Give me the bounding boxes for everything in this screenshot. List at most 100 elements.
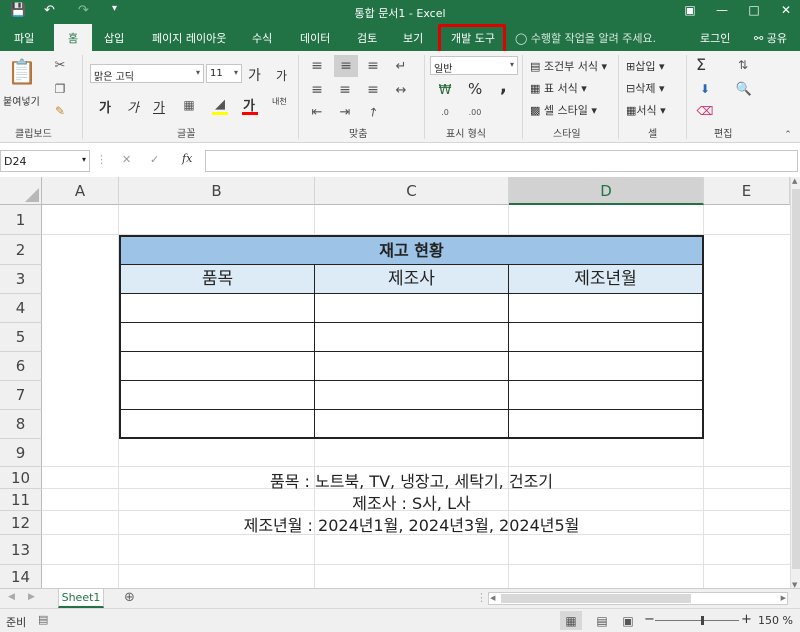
name-box[interactable]: D24 ▾ <box>0 150 90 172</box>
autosum-button[interactable]: Σ <box>696 55 706 74</box>
table-row[interactable] <box>121 381 702 410</box>
note-makers[interactable]: 제조사 : S사, L사 <box>119 490 704 514</box>
row-header-14[interactable]: 14 <box>0 565 42 589</box>
increase-decimal-icon[interactable]: .0 <box>436 103 454 121</box>
paste-button[interactable]: 붙여넣기 <box>3 93 40 108</box>
row-header-5[interactable]: 5 <box>0 323 42 352</box>
insert-function-icon[interactable]: fx <box>182 152 192 165</box>
enter-icon[interactable]: ✓ <box>150 153 159 166</box>
note-dates[interactable]: 제조년월 : 2024년1월, 2024년3월, 2024년5월 <box>119 512 704 536</box>
signin-link[interactable]: 로그인 <box>700 30 730 46</box>
maximize-icon[interactable]: □ <box>744 3 764 17</box>
format-as-table-button[interactable]: ▦ 표 서식 ▾ <box>530 80 587 96</box>
fill-color-icon[interactable]: ◢ <box>211 95 229 113</box>
align-middle-icon[interactable]: ≡ <box>334 55 358 77</box>
cell-styles-button[interactable]: ▩ 셀 스타일 ▾ <box>530 102 597 118</box>
inventory-title-cell[interactable]: 재고 현황 <box>119 235 704 265</box>
clear-icon[interactable]: ⌫ <box>696 103 714 119</box>
zoom-slider[interactable] <box>655 616 739 625</box>
row-header-11[interactable]: 11 <box>0 489 42 511</box>
page-break-view-icon[interactable]: ▣ <box>618 611 638 630</box>
row-header-9[interactable]: 9 <box>0 439 42 467</box>
tab-insert[interactable]: 삽입 <box>104 30 124 46</box>
align-bottom-icon[interactable]: ≡ <box>364 57 382 75</box>
new-sheet-icon[interactable]: ⊕ <box>124 590 135 605</box>
align-top-icon[interactable]: ≡ <box>308 57 326 75</box>
table-row[interactable] <box>121 294 702 323</box>
percent-button[interactable]: % <box>468 80 482 98</box>
comma-button[interactable]: , <box>500 76 507 97</box>
cancel-icon[interactable]: ✕ <box>122 153 131 166</box>
grow-font-button[interactable]: 가 <box>248 65 261 85</box>
macro-record-icon[interactable]: ▤ <box>38 613 48 626</box>
phonetic-button[interactable]: 내천 <box>272 96 287 107</box>
close-icon[interactable]: ✕ <box>776 3 796 17</box>
scroll-left-icon[interactable]: ◀ <box>490 594 495 602</box>
paste-icon[interactable]: 📋 <box>7 57 37 87</box>
wrap-text-icon[interactable]: ↵ <box>390 57 412 75</box>
column-header-d[interactable]: D <box>509 177 704 205</box>
tab-formulas[interactable]: 수식 <box>252 30 272 46</box>
cut-icon[interactable]: ✂ <box>52 57 68 73</box>
increase-indent-icon[interactable]: ⇥ <box>336 103 354 121</box>
horizontal-scroll-thumb[interactable] <box>501 594 691 603</box>
formula-input[interactable] <box>205 150 798 172</box>
normal-view-icon[interactable]: ▦ <box>560 611 582 630</box>
align-right-icon[interactable]: ≡ <box>364 81 382 99</box>
format-painter-icon[interactable]: ✎ <box>52 103 68 119</box>
scroll-right-icon[interactable]: ▶ <box>781 594 786 602</box>
font-size-select[interactable]: 11 ▾ <box>206 64 242 83</box>
format-cells-button[interactable]: ▦서식 ▾ <box>626 102 666 118</box>
share-button[interactable]: ⚯ 공유 <box>754 30 787 46</box>
collapse-ribbon-icon[interactable]: ⌃ <box>782 129 794 141</box>
row-header-6[interactable]: 6 <box>0 352 42 381</box>
header-cell-date[interactable]: 제조년월 <box>509 265 702 294</box>
number-format-select[interactable]: 일반 ▾ <box>430 56 518 75</box>
row-header-13[interactable]: 13 <box>0 535 42 565</box>
header-cell-item[interactable]: 품목 <box>121 265 314 294</box>
row-header-1[interactable]: 1 <box>0 205 42 235</box>
minimize-icon[interactable]: — <box>712 3 732 17</box>
decrease-indent-icon[interactable]: ⇤ <box>308 103 326 121</box>
sheet-scroll-left-icon[interactable]: ◀ <box>8 592 15 602</box>
conditional-formatting-button[interactable]: ▤ 조건부 서식 ▾ <box>530 58 607 74</box>
row-header-10[interactable]: 10 <box>0 467 42 489</box>
fill-icon[interactable]: ⬇ <box>696 81 714 97</box>
zoom-out-button[interactable]: − <box>644 612 655 627</box>
sheet-tab-sheet1[interactable]: Sheet1 <box>58 589 104 608</box>
page-layout-view-icon[interactable]: ▤ <box>592 611 612 630</box>
copy-icon[interactable]: ❐ <box>52 81 68 97</box>
zoom-in-button[interactable]: + <box>741 612 752 627</box>
sort-filter-icon[interactable]: ⇅ <box>732 57 754 73</box>
tab-file[interactable]: 파일 <box>14 30 34 46</box>
tell-me-box[interactable]: ◯ 수행할 작업을 알려 주세요. <box>515 30 656 46</box>
table-row[interactable] <box>121 323 702 352</box>
horizontal-scrollbar[interactable]: ◀ ▶ <box>488 592 788 605</box>
tab-split-icon[interactable]: ⋮ <box>476 591 487 604</box>
column-header-b[interactable]: B <box>119 177 315 205</box>
select-all-corner[interactable] <box>0 177 42 205</box>
tab-page-layout[interactable]: 페이지 레이아웃 <box>152 30 226 46</box>
sheet-scroll-right-icon[interactable]: ▶ <box>28 592 35 602</box>
table-row[interactable] <box>121 352 702 381</box>
orientation-icon[interactable]: ↗ <box>360 99 385 124</box>
border-icon[interactable]: ▦ <box>180 97 198 113</box>
underline-button[interactable]: 가 <box>153 97 165 116</box>
row-header-8[interactable]: 8 <box>0 410 42 439</box>
scroll-up-icon[interactable]: ▲ <box>792 177 797 185</box>
ribbon-options-icon[interactable]: ▣ <box>680 3 700 17</box>
italic-button[interactable]: 가 <box>127 97 139 116</box>
vertical-scrollbar[interactable]: ▲ ▼ <box>790 177 800 589</box>
note-items[interactable]: 품목 : 노트북, TV, 냉장고, 세탁기, 건조기 <box>119 468 704 492</box>
align-center-icon[interactable]: ≡ <box>336 81 354 99</box>
find-select-icon[interactable]: 🔍 <box>734 81 754 97</box>
delete-cells-button[interactable]: ⊟삭제 ▾ <box>626 80 665 96</box>
row-header-2[interactable]: 2 <box>0 235 42 265</box>
row-header-3[interactable]: 3 <box>0 265 42 294</box>
currency-icon[interactable]: ₩ <box>434 81 456 99</box>
merge-center-icon[interactable]: ↔ <box>390 81 412 99</box>
tab-review[interactable]: 검토 <box>357 30 377 46</box>
column-header-a[interactable]: A <box>42 177 119 205</box>
tab-home[interactable]: 홈 <box>54 24 93 51</box>
zoom-slider-knob[interactable] <box>701 616 704 625</box>
